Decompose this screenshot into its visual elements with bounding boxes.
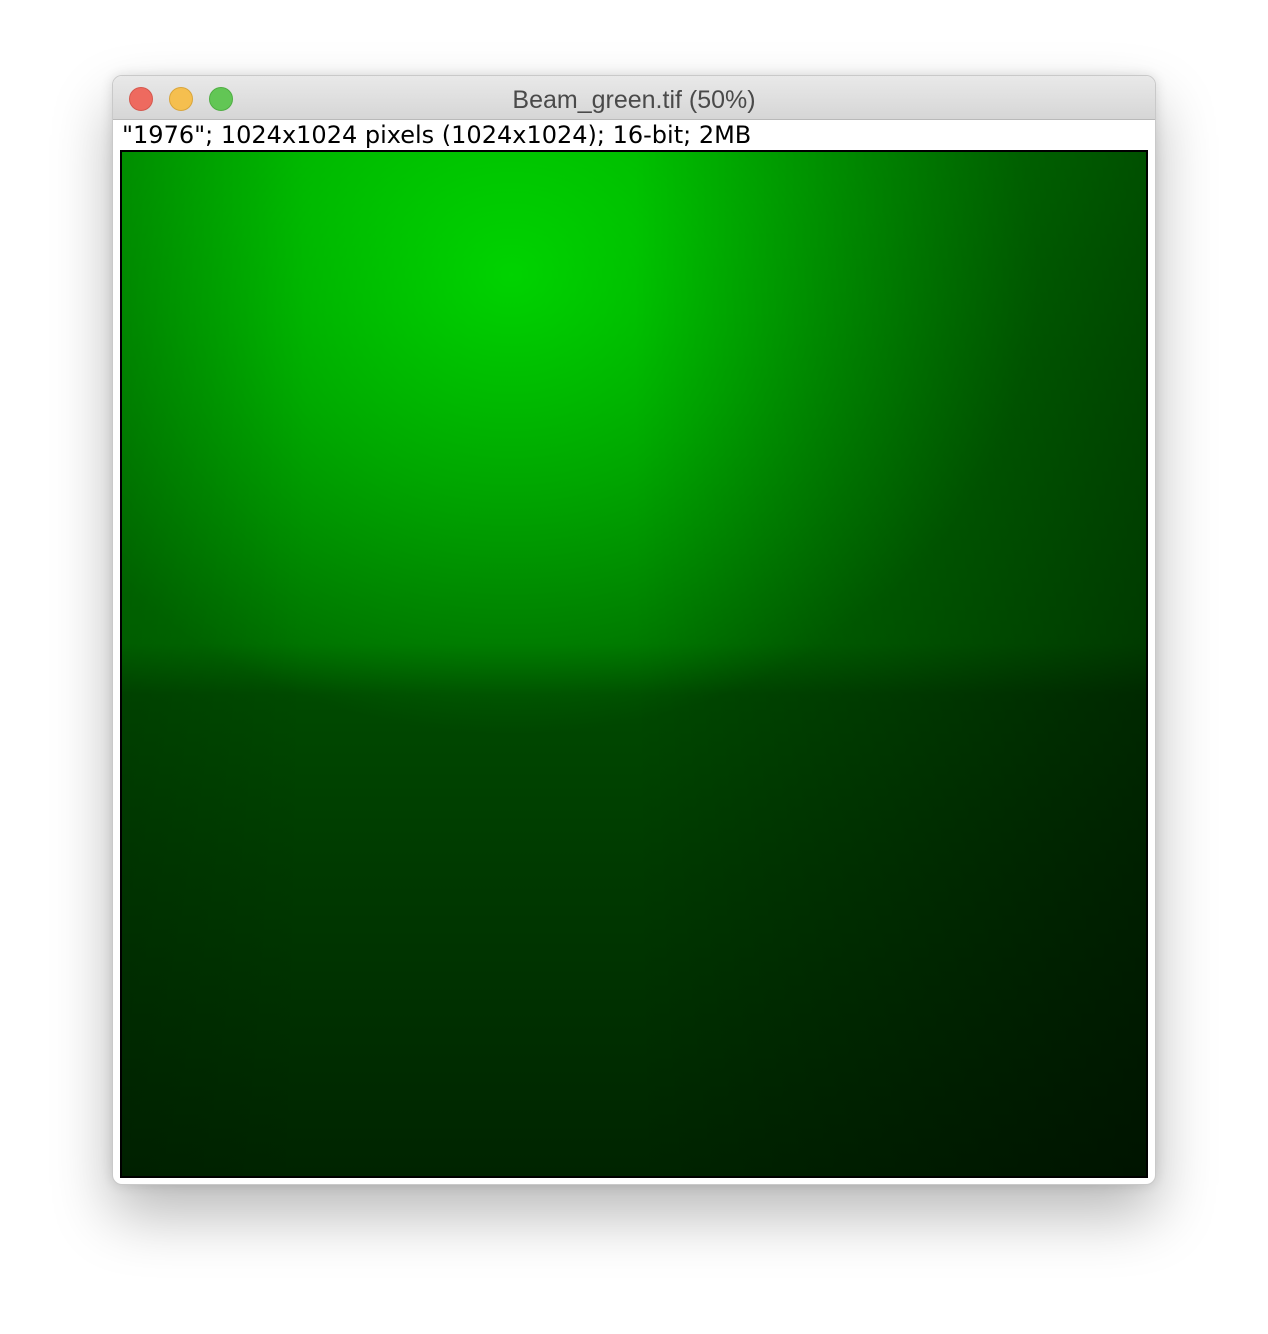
image-window: Beam_green.tif (50%) "1976"; 1024x1024 p… [112, 75, 1156, 1185]
window-title: Beam_green.tif (50%) [512, 86, 756, 114]
image-canvas-frame [120, 150, 1148, 1178]
image-info-line: "1976"; 1024x1024 pixels (1024x1024); 16… [122, 121, 752, 149]
title-bar[interactable]: Beam_green.tif (50%) [113, 76, 1155, 120]
image-canvas[interactable] [122, 152, 1146, 1176]
